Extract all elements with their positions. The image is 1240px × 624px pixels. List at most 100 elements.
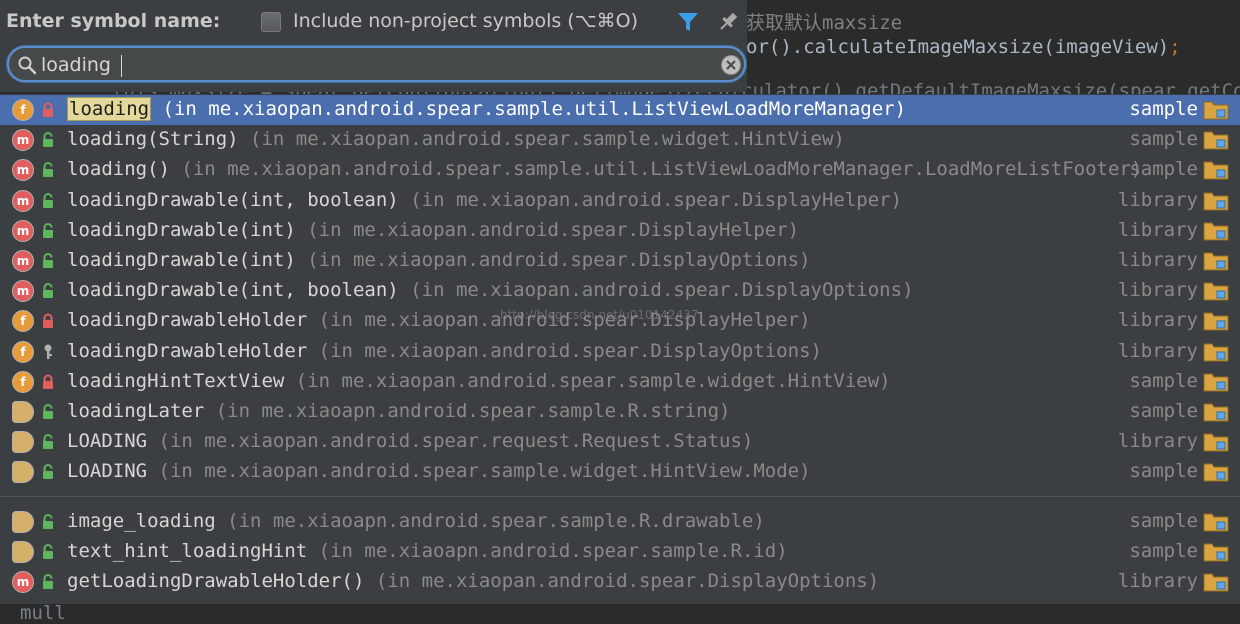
- symbol-location: (in me.xiaopan.android.spear.sample.util…: [181, 158, 1143, 181]
- list-item[interactable]: m loading(String) (in me.xiaopan.android.…: [0, 125, 1240, 155]
- search-icon: [18, 56, 37, 75]
- symbol-location: (in me.xiaopan.android.spear.DisplayOpti…: [318, 339, 822, 362]
- lock-closed-icon: [43, 102, 53, 117]
- pin-icon[interactable]: [716, 10, 740, 34]
- symbol-name: getLoadingDrawableHolder() (in me.xiaopa…: [67, 570, 879, 592]
- symbol-location: (in me.xiaopan.android.spear.DisplayHelp…: [318, 309, 811, 332]
- symbol-location: (in me.xiaopan.android.spear.DisplayHelp…: [410, 188, 903, 211]
- symbol-location: (in me.xiaopan.android.spear.DisplayOpti…: [307, 249, 811, 271]
- symbol-name: loading (in me.xiaopan.android.spear.sam…: [67, 97, 907, 121]
- symbol-name: LOADING (in me.xiaopan.android.spear.sam…: [67, 460, 811, 482]
- folder-icon: [1203, 343, 1229, 362]
- text-caret: [121, 55, 122, 77]
- list-item[interactable]: image_loading (in me.xiaoapn.android.spe…: [0, 507, 1240, 537]
- popup-title: Enter symbol name:: [6, 10, 221, 32]
- lock-open-icon: [43, 434, 53, 450]
- module-name: sample: [1129, 400, 1198, 422]
- folder-icon: [1203, 101, 1229, 120]
- symbol-label: loadingDrawable(int): [67, 218, 296, 241]
- symbol-location: (in me.xiaopan.android.spear.DisplayOpti…: [410, 279, 914, 302]
- folder-icon: [1203, 403, 1229, 422]
- list-item[interactable]: m loadingDrawable(int, boolean) (in me.xi…: [0, 276, 1240, 306]
- list-item[interactable]: m loadingDrawable(int, boolean) (in me.xi…: [0, 186, 1240, 216]
- folder-icon: [1203, 573, 1229, 592]
- folder-icon: [1203, 312, 1229, 331]
- list-item[interactable]: loadingLater (in me.xiaoapn.android.spea…: [0, 397, 1240, 427]
- filter-icon[interactable]: [676, 10, 700, 34]
- lock-open-icon: [43, 574, 53, 589]
- symbol-name: text_hint_loadingHint (in me.xiaoapn.and…: [67, 540, 788, 562]
- symbol-location: (in me.xiaoapn.android.spear.sample.R.st…: [215, 400, 731, 422]
- symbol-name: loading() (in me.xiaopan.android.spear.s…: [67, 158, 1142, 180]
- list-item[interactable]: LOADING (in me.xiaopan.android.spear.req…: [0, 427, 1240, 457]
- lock-open-icon: [43, 222, 53, 238]
- symbol-results-list[interactable]: http://blog.csdn.net/u010142437 f loading…: [0, 94, 1240, 604]
- symbol-location: (in me.xiaopan.android.spear.sample.util…: [162, 98, 907, 120]
- clear-icon[interactable]: [720, 54, 742, 76]
- method-icon: m: [12, 280, 34, 303]
- method-icon: m: [12, 571, 34, 593]
- symbol-label: loading(String): [67, 128, 239, 151]
- module-name: library: [1117, 430, 1198, 453]
- symbol-label: loadingDrawable(int, boolean): [67, 188, 399, 211]
- include-non-project-checkbox[interactable]: [261, 12, 281, 32]
- resource-icon: [12, 401, 34, 423]
- symbol-location: (in me.xiaopan.android.spear.sample.widg…: [250, 128, 845, 151]
- module-name: sample: [1129, 509, 1198, 532]
- code-comment: 获取默认maxsize: [746, 12, 903, 34]
- lock-open-icon: [43, 283, 53, 299]
- lock-closed-icon: [43, 313, 53, 329]
- search-box[interactable]: [7, 46, 746, 82]
- symbol-name: loadingDrawableHolder (in me.xiaopan.and…: [67, 309, 811, 331]
- symbol-location: (in me.xiaopan.android.spear.DisplayHelp…: [307, 218, 800, 241]
- symbol-label: LOADING: [67, 430, 148, 453]
- symbol-label: loadingLater: [67, 400, 205, 422]
- module-name: sample: [1129, 158, 1198, 181]
- list-item[interactable]: f loadingHintTextView (in me.xiaopan.andr…: [0, 367, 1240, 397]
- list-item[interactable]: f loadingDrawableHolder (in me.xiaopan.an…: [0, 337, 1240, 367]
- folder-icon: [1203, 192, 1229, 211]
- code-line: or().calculateImageMaxsize(imageView);: [746, 36, 1181, 58]
- module-name: sample: [1129, 369, 1198, 392]
- folder-icon: [1203, 222, 1229, 241]
- method-icon: m: [12, 129, 34, 152]
- module-name: library: [1117, 218, 1198, 241]
- search-input[interactable]: [41, 52, 711, 78]
- list-item[interactable]: f loading (in me.xiaopan.android.spear.sa…: [0, 95, 1240, 125]
- symbol-name: LOADING (in me.xiaopan.android.spear.req…: [67, 430, 753, 452]
- list-item[interactable]: m loadingDrawable(int) (in me.xiaopan.and…: [0, 246, 1240, 276]
- list-item[interactable]: m loading() (in me.xiaopan.android.spear.…: [0, 155, 1240, 185]
- symbol-label: loadingDrawable(int, boolean): [67, 279, 399, 302]
- module-name: sample: [1129, 460, 1198, 483]
- list-item[interactable]: LOADING (in me.xiaopan.android.spear.sam…: [0, 457, 1240, 487]
- symbol-name: loadingDrawable(int, boolean) (in me.xia…: [67, 279, 914, 301]
- symbol-name: loadingLater (in me.xiaoapn.android.spea…: [67, 400, 731, 422]
- list-item[interactable]: text_hint_loadingHint (in me.xiaoapn.and…: [0, 537, 1240, 567]
- module-name: library: [1117, 309, 1198, 332]
- list-item[interactable]: f loadingDrawableHolder (in me.xiaopan.an…: [0, 306, 1240, 336]
- code-line-bottom: mull: [20, 602, 66, 624]
- module-name: library: [1117, 570, 1198, 592]
- symbol-name: loadingDrawable(int) (in me.xiaopan.andr…: [67, 219, 799, 241]
- folder-icon: [1203, 131, 1229, 150]
- resource-icon: [12, 431, 34, 454]
- module-name: library: [1117, 339, 1198, 362]
- key-icon: [44, 344, 52, 359]
- symbol-label: loadingDrawable(int): [67, 249, 296, 271]
- lock-open-icon: [43, 464, 53, 480]
- lock-open-icon: [43, 513, 53, 529]
- list-item[interactable]: m getLoadingDrawableHolder() (in me.xiaop…: [0, 567, 1240, 597]
- folder-icon: [1203, 433, 1229, 452]
- method-icon: m: [12, 159, 34, 182]
- symbol-label: loadingHintTextView: [67, 369, 285, 392]
- lock-open-icon: [43, 543, 53, 559]
- symbol-location: (in me.xiaopan.android.spear.DisplayOpti…: [375, 570, 880, 592]
- method-icon: m: [12, 250, 34, 272]
- symbol-location: (in me.xiaopan.android.spear.request.Req…: [158, 430, 754, 453]
- include-non-project-label[interactable]: Include non-project symbols (⌥⌘O): [293, 10, 638, 32]
- symbol-name: loading(String) (in me.xiaopan.android.s…: [67, 128, 845, 150]
- folder-icon: [1203, 282, 1229, 301]
- symbol-name: loadingDrawableHolder (in me.xiaopan.and…: [67, 340, 822, 362]
- list-item[interactable]: m loadingDrawable(int) (in me.xiaopan.and…: [0, 216, 1240, 246]
- field-icon: f: [12, 370, 34, 393]
